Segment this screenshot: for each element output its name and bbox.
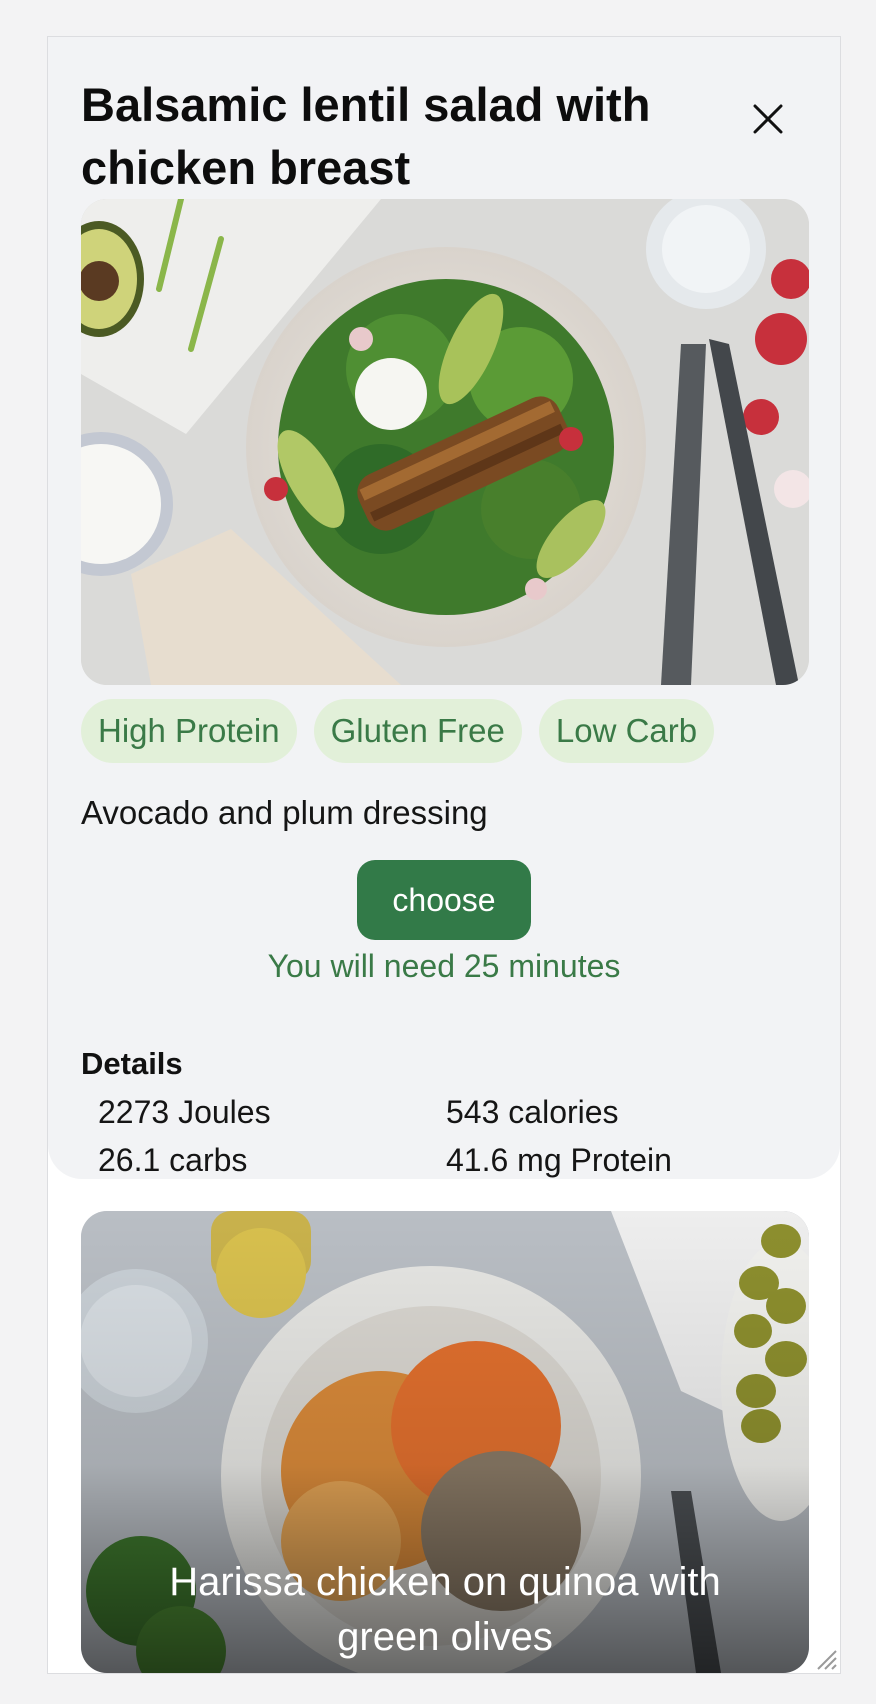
nutrition-grid: 2273 Joules 543 calories 26.1 carbs 41.6… [98,1091,798,1181]
nutrition-protein: 41.6 mg Protein [446,1142,672,1178]
tag-high-protein: High Protein [81,699,297,763]
recipe-hero-image [81,199,809,685]
recipe-subtitle: Avocado and plum dressing [81,794,488,831]
nutrition-calories: 543 calories [446,1094,619,1130]
resize-grip-icon[interactable] [812,1645,838,1671]
details-heading: Details [81,1046,183,1081]
tag-low-carb: Low Carb [538,699,715,763]
prep-time-note: You will need 25 minutes [267,948,621,984]
recipe-title: Balsamic lentil salad with chicken breas… [81,78,651,194]
app-frame: Balsamic lentil salad with chicken breas… [47,36,841,1674]
nutrition-joules: 2273 Joules [98,1094,271,1130]
choose-button[interactable]: choose [357,860,531,940]
close-button[interactable] [748,99,788,139]
nutrition-carbs: 26.1 carbs [98,1142,248,1178]
next-recipe-card[interactable]: Harissa chicken on quinoa with green oli… [81,1211,809,1673]
tag-gluten-free: Gluten Free [313,699,522,763]
recipe-detail-card: Balsamic lentil salad with chicken breas… [48,37,840,1179]
diet-tags: High Protein Gluten Free Low Carb [81,699,715,763]
close-icon [753,104,783,134]
next-recipe-title: Harissa chicken on quinoa with green oli… [169,1560,721,1659]
salad-photo [81,199,809,685]
